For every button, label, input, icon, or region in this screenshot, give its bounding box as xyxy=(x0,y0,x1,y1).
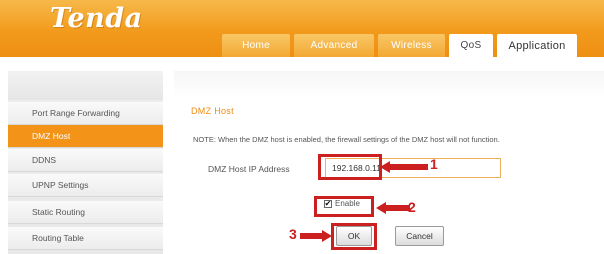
tab-advanced[interactable]: Advanced xyxy=(294,34,374,57)
arrow-step-2-icon xyxy=(376,202,410,214)
step-3-number: 3 xyxy=(289,226,297,242)
main-panel-top xyxy=(174,71,604,99)
sidebar-item-static-routing[interactable]: Static Routing xyxy=(8,201,163,224)
step-1-number: 1 xyxy=(430,156,438,172)
sidebar-item-upnp-settings[interactable]: UPNP Settings xyxy=(8,174,163,197)
ok-button[interactable]: OK xyxy=(336,226,372,246)
tab-qos[interactable]: QoS xyxy=(449,34,493,57)
sidebar-item-dmz-host[interactable]: DMZ Host xyxy=(8,125,163,148)
dmz-ip-label: DMZ Host IP Address xyxy=(208,164,290,174)
sidebar-item-ddns[interactable]: DDNS xyxy=(8,149,163,172)
check-icon: ✔ xyxy=(324,199,332,208)
highlight-box-ip xyxy=(318,154,382,180)
tab-application[interactable]: Application xyxy=(497,34,577,57)
header-bar: Tenda Home Advanced Wireless QoS Applica… xyxy=(0,0,604,57)
main-nav-tabs: Home Advanced Wireless QoS Application xyxy=(222,34,577,57)
step-2-number: 2 xyxy=(408,199,416,215)
sidebar-item-port-range-forwarding[interactable]: Port Range Forwarding xyxy=(8,102,163,125)
page-title: DMZ Host xyxy=(191,106,234,116)
tab-wireless[interactable]: Wireless xyxy=(378,34,445,57)
header-subbar xyxy=(0,57,604,71)
enable-checkbox[interactable]: ✔ xyxy=(324,200,332,208)
arrow-step-1-icon xyxy=(380,161,428,173)
tenda-logo: Tenda xyxy=(50,3,143,34)
enable-label: Enable xyxy=(335,199,360,208)
cancel-button[interactable]: Cancel xyxy=(395,226,444,246)
sidebar: Port Range Forwarding DMZ Host DDNS UPNP… xyxy=(8,71,163,254)
tab-home[interactable]: Home xyxy=(222,34,290,57)
arrow-step-3-icon xyxy=(300,230,332,242)
sidebar-spacer xyxy=(8,71,163,100)
sidebar-item-routing-table[interactable]: Routing Table xyxy=(8,227,163,250)
dmz-note: NOTE: When the DMZ host is enabled, the … xyxy=(193,135,500,144)
